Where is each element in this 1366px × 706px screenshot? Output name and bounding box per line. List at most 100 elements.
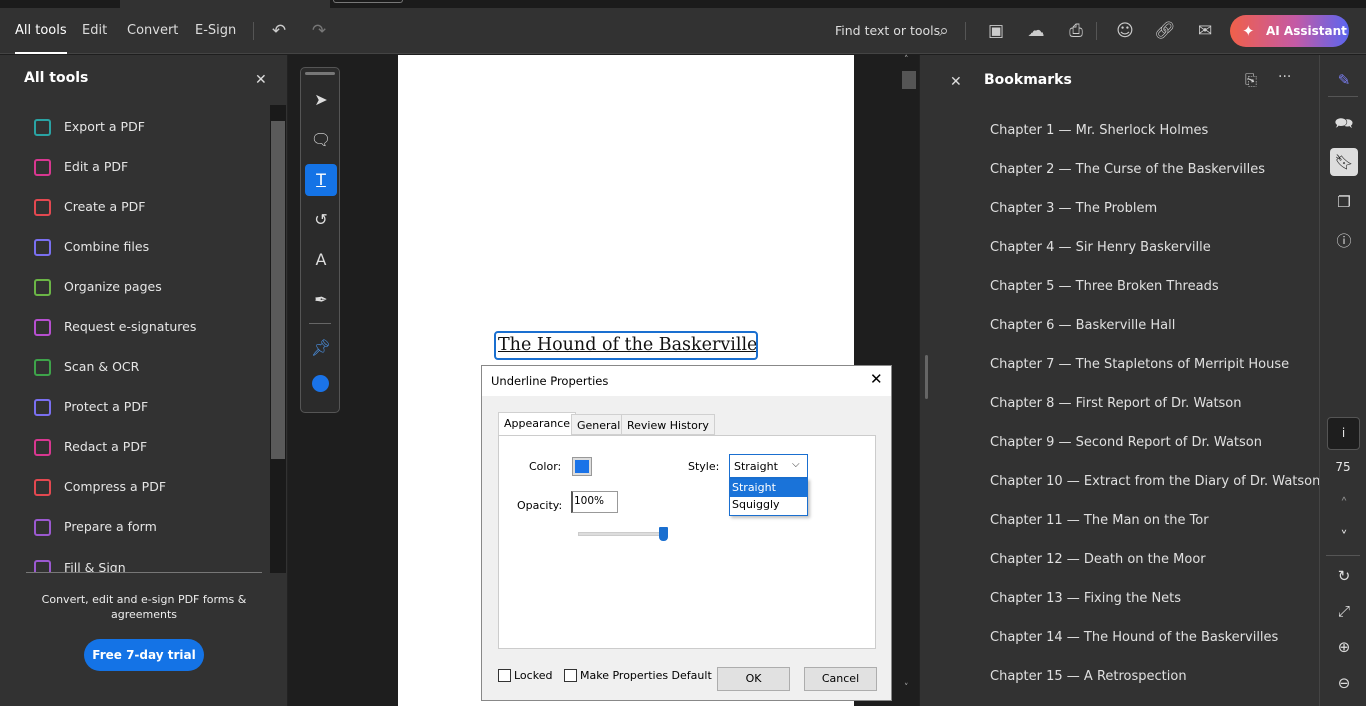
text-underline-tool-icon[interactable]: T bbox=[305, 164, 337, 196]
close-icon[interactable]: ✕ bbox=[255, 72, 267, 88]
ai-assistant-button[interactable]: ✦ AI Assistant bbox=[1230, 15, 1349, 47]
color-picker[interactable] bbox=[312, 375, 329, 392]
select-tool-icon[interactable]: ➤ bbox=[305, 84, 337, 116]
next-page-icon[interactable]: ˅ bbox=[1330, 523, 1358, 551]
tool-item[interactable]: Export a PDF bbox=[34, 117, 145, 137]
document-scrollbar[interactable]: ˄ ˅ bbox=[900, 55, 918, 706]
close-icon[interactable]: ✕ bbox=[870, 370, 883, 388]
tab-esign[interactable]: E-Sign bbox=[195, 8, 236, 54]
fit-page-icon[interactable]: ⤢ bbox=[1330, 597, 1358, 625]
bookmark-item[interactable]: Chapter 2 — The Curse of the Baskerville… bbox=[990, 162, 1265, 177]
style-select[interactable]: Straight ⌵ bbox=[729, 454, 808, 478]
divider bbox=[965, 22, 966, 40]
opacity-input[interactable]: 100% bbox=[571, 491, 618, 513]
tool-item[interactable]: Prepare a form bbox=[34, 517, 157, 537]
style-option-squiggly[interactable]: Squiggly bbox=[730, 497, 807, 515]
window-tab[interactable] bbox=[120, 0, 330, 8]
make-default-checkbox[interactable] bbox=[564, 669, 577, 682]
link-icon[interactable]: 🔗︎ bbox=[1154, 20, 1176, 42]
tool-item[interactable]: Protect a PDF bbox=[34, 397, 148, 417]
bookmark-item[interactable]: Chapter 4 — Sir Henry Baskerville bbox=[990, 240, 1211, 255]
bookmarks-icon[interactable]: 🔖︎ bbox=[1330, 148, 1358, 176]
cloud-upload-icon[interactable]: ☁ bbox=[1025, 20, 1047, 42]
color-label: Color: bbox=[529, 460, 562, 473]
tab-edit[interactable]: Edit bbox=[82, 8, 107, 54]
color-swatch-button[interactable] bbox=[572, 457, 592, 476]
save-icon[interactable]: ▣ bbox=[985, 20, 1007, 42]
bookmark-item[interactable]: Chapter 9 — Second Report of Dr. Watson bbox=[990, 435, 1262, 450]
drag-handle[interactable] bbox=[305, 72, 335, 75]
bookmark-item[interactable]: Chapter 7 — The Stapletons of Merripit H… bbox=[990, 357, 1289, 372]
email-icon[interactable]: ✉ bbox=[1194, 20, 1216, 42]
add-comment-icon[interactable]: 🗨︎ bbox=[305, 124, 337, 156]
rotate-icon[interactable]: ↻ bbox=[1330, 562, 1358, 590]
ai-generative-summary-icon[interactable]: ✎ bbox=[1330, 66, 1358, 94]
locked-checkbox[interactable] bbox=[498, 669, 511, 682]
tab-all-tools[interactable]: All tools bbox=[15, 8, 67, 54]
bookmark-item[interactable]: Chapter 15 — A Retrospection bbox=[990, 669, 1187, 684]
style-option-straight[interactable]: Straight bbox=[730, 479, 807, 497]
tool-item[interactable]: Fill & Sign bbox=[34, 558, 126, 572]
scrollbar-thumb[interactable] bbox=[271, 121, 285, 459]
tool-item[interactable]: Compress a PDF bbox=[34, 477, 166, 497]
tool-icon bbox=[34, 439, 51, 456]
print-icon[interactable]: ⎙ bbox=[1065, 20, 1087, 42]
find-text-button[interactable]: Find text or tools bbox=[835, 23, 940, 38]
search-icon[interactable]: ⌕ bbox=[933, 20, 955, 42]
ok-button[interactable]: OK bbox=[717, 667, 790, 691]
pages-thumbnail-icon[interactable]: ❐ bbox=[1330, 188, 1358, 216]
window-tab[interactable] bbox=[333, 0, 403, 3]
bookmark-item[interactable]: Chapter 13 — Fixing the Nets bbox=[990, 591, 1181, 606]
sign-pen-icon[interactable]: ✒ bbox=[305, 284, 337, 316]
bookmark-item[interactable]: Chapter 5 — Three Broken Threads bbox=[990, 279, 1219, 294]
draw-freeform-icon[interactable]: ↺ bbox=[305, 204, 337, 236]
share-user-icon[interactable]: ☺ bbox=[1114, 20, 1136, 42]
tool-item[interactable]: Edit a PDF bbox=[34, 157, 128, 177]
bookmark-item[interactable]: Chapter 3 — The Problem bbox=[990, 201, 1157, 216]
selected-underlined-title[interactable]: The Hound of the Baskervilles bbox=[494, 331, 758, 360]
tool-item[interactable]: Request e-signatures bbox=[34, 317, 196, 337]
page-info-button[interactable]: i bbox=[1327, 417, 1360, 450]
add-bookmark-icon[interactable]: ⎘ bbox=[1245, 71, 1257, 89]
zoom-out-icon[interactable]: ⊖ bbox=[1330, 669, 1358, 697]
tool-item[interactable]: Combine files bbox=[34, 237, 149, 257]
panel-resize-handle[interactable] bbox=[925, 355, 928, 399]
tool-label: Export a PDF bbox=[64, 119, 145, 134]
bookmark-item[interactable]: Chapter 10 — Extract from the Diary of D… bbox=[990, 474, 1320, 489]
tool-item[interactable]: Create a PDF bbox=[34, 197, 146, 217]
cancel-button[interactable]: Cancel bbox=[804, 667, 877, 691]
bookmark-item[interactable]: Chapter 6 — Baskerville Hall bbox=[990, 318, 1175, 333]
undo-icon[interactable]: ↶ bbox=[268, 20, 290, 42]
close-icon[interactable]: ✕ bbox=[950, 74, 962, 90]
opacity-slider-thumb[interactable] bbox=[659, 527, 668, 541]
scroll-up-icon[interactable]: ˄ bbox=[904, 55, 909, 65]
tool-label: Compress a PDF bbox=[64, 479, 167, 494]
tool-item[interactable]: Organize pages bbox=[34, 277, 162, 297]
more-options-icon[interactable]: ··· bbox=[1278, 69, 1291, 85]
scroll-down-icon[interactable]: ˅ bbox=[904, 683, 909, 693]
text-box-icon[interactable]: A bbox=[305, 244, 337, 276]
bookmark-item[interactable]: Chapter 8 — First Report of Dr. Watson bbox=[990, 396, 1242, 411]
comments-icon[interactable]: 🗪 bbox=[1330, 109, 1358, 137]
tab-convert[interactable]: Convert bbox=[127, 8, 178, 54]
zoom-in-icon[interactable]: ⊕ bbox=[1330, 633, 1358, 661]
scrollbar-thumb[interactable] bbox=[902, 71, 916, 89]
tool-label: Redact a PDF bbox=[64, 439, 148, 454]
document-properties-icon[interactable]: ⓘ bbox=[1330, 227, 1358, 255]
bookmark-item[interactable]: Chapter 14 — The Hound of the Baskervill… bbox=[990, 630, 1278, 645]
tab-appearance[interactable]: Appearance bbox=[498, 412, 577, 436]
redo-icon[interactable]: ↷ bbox=[308, 20, 330, 42]
free-trial-button[interactable]: Free 7-day trial bbox=[84, 639, 204, 671]
previous-page-icon[interactable]: ˄ bbox=[1330, 490, 1358, 518]
scrollbar[interactable] bbox=[270, 105, 286, 573]
pin-icon[interactable]: 📌︎ bbox=[305, 332, 337, 364]
opacity-slider[interactable] bbox=[578, 532, 664, 536]
tab-general[interactable]: General bbox=[571, 414, 627, 435]
tool-item[interactable]: Redact a PDF bbox=[34, 437, 147, 457]
bookmark-item[interactable]: Chapter 1 — Mr. Sherlock Holmes bbox=[990, 123, 1208, 138]
bookmark-item[interactable]: Chapter 12 — Death on the Moor bbox=[990, 552, 1206, 567]
tool-item[interactable]: Scan & OCR bbox=[34, 357, 139, 377]
bookmark-item[interactable]: Chapter 11 — The Man on the Tor bbox=[990, 513, 1209, 528]
tab-review-history[interactable]: Review History bbox=[621, 414, 715, 435]
page-number[interactable]: 75 bbox=[1320, 460, 1366, 474]
